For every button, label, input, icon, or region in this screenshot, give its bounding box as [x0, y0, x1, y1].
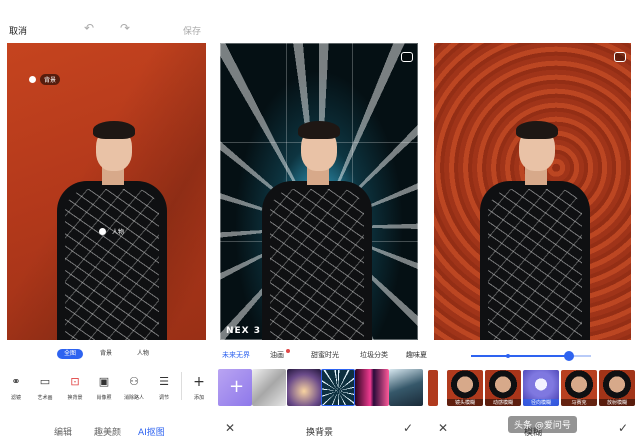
filter-icon: ⚭: [11, 375, 21, 388]
tool-label: 肖像照: [96, 395, 112, 401]
blur-mosaic[interactable]: 马赛克: [561, 370, 597, 406]
blur-motion[interactable]: 动感模糊: [485, 370, 521, 406]
replace-bg-icon: ⊡: [70, 375, 80, 388]
blur-label: 镜头模糊: [447, 399, 483, 406]
background-thumb[interactable]: [287, 369, 321, 406]
tool-portrait[interactable]: ▣ 肖像照: [91, 375, 117, 402]
tool-label: 滤镜: [10, 395, 21, 401]
blur-label: 动感模糊: [485, 399, 521, 406]
cancel-button[interactable]: 取消: [9, 24, 27, 37]
tool-filter[interactable]: ⚭ 滤镜: [3, 375, 29, 402]
confirm-icon[interactable]: ✓: [618, 421, 628, 435]
plus-icon: +: [229, 376, 245, 397]
blur-radial-selected[interactable]: 径向模糊: [523, 370, 559, 406]
left-photo[interactable]: 背景 人物: [7, 43, 206, 340]
tool-divider: [181, 372, 182, 400]
blur-slider-tick: [506, 354, 510, 358]
adjust-icon: ☰: [159, 375, 169, 388]
undo-icon[interactable]: ↶: [84, 21, 94, 35]
compare-icon[interactable]: [614, 52, 626, 62]
category-oil[interactable]: 油画: [270, 350, 284, 360]
blur-slider-track[interactable]: [471, 351, 591, 361]
tool-label: 添加: [193, 395, 204, 401]
new-dot-icon: [286, 349, 290, 353]
background-thumb[interactable]: [252, 369, 286, 406]
segment-person[interactable]: 人物: [137, 349, 149, 359]
category-summer[interactable]: 趣味夏: [406, 350, 427, 360]
tool-add[interactable]: + 添加: [186, 374, 212, 401]
tool-replace-bg[interactable]: ⊡ 换背景: [62, 375, 88, 402]
blur-label: 马赛克: [561, 399, 597, 406]
blur-label: 径向模糊: [523, 399, 559, 406]
add-background-thumb[interactable]: +: [218, 369, 252, 406]
blur-radiate[interactable]: 放射模糊: [599, 370, 635, 406]
remove-people-icon: ⚇: [129, 375, 139, 388]
tab-ai-cutout[interactable]: AI抠图: [138, 425, 165, 438]
watermark: 头条 @爱问号: [508, 416, 577, 433]
blur-lens[interactable]: 镜头模糊: [447, 370, 483, 406]
blur-label: 放射模糊: [599, 399, 635, 406]
category-garbage[interactable]: 垃圾分类: [360, 350, 388, 360]
right-photo[interactable]: [434, 43, 631, 340]
confirm-icon[interactable]: ✓: [403, 421, 413, 435]
segment-whole[interactable]: 全图: [57, 349, 83, 359]
close-icon[interactable]: ✕: [438, 421, 448, 435]
tab-beauty[interactable]: 趣美颜: [94, 425, 121, 438]
blur-thumb-partial[interactable]: [428, 370, 438, 406]
background-thumb[interactable]: [389, 369, 423, 406]
tool-art[interactable]: ▭ 艺术画: [32, 375, 58, 402]
tab-edit[interactable]: 编辑: [54, 425, 72, 438]
tool-adjust[interactable]: ☰ 调节: [151, 375, 177, 402]
tool-label: 调节: [158, 395, 169, 401]
category-future[interactable]: 未来无界: [222, 350, 250, 360]
background-tag: 背景: [40, 74, 61, 85]
redo-icon[interactable]: ↷: [120, 21, 130, 35]
blur-slider-knob[interactable]: [564, 351, 575, 361]
segment-background[interactable]: 背景: [100, 349, 112, 359]
add-icon: +: [193, 374, 205, 390]
portrait-icon: ▣: [98, 375, 110, 388]
compare-icon[interactable]: [401, 52, 413, 62]
background-thumb[interactable]: [355, 369, 389, 406]
nex3-watermark: NEX 3: [226, 326, 262, 336]
category-sweet[interactable]: 甜蜜时光: [311, 350, 339, 360]
close-icon[interactable]: ✕: [225, 421, 235, 435]
tool-label: 消除路人: [123, 395, 144, 401]
middle-photo[interactable]: NEX 3: [220, 43, 418, 340]
art-icon: ▭: [39, 375, 51, 388]
tool-remove-people[interactable]: ⚇ 消除路人: [121, 375, 147, 402]
replace-background-title: 换背景: [306, 428, 334, 438]
blur-slider-fill: [471, 355, 570, 357]
background-thumb-selected[interactable]: [321, 369, 355, 406]
background-marker-dot[interactable]: [29, 76, 36, 83]
tool-label: 艺术画: [37, 395, 53, 401]
person-tag: 人物: [112, 229, 125, 236]
person-marker-dot[interactable]: [99, 228, 106, 235]
save-button[interactable]: 保存: [183, 24, 201, 37]
tool-label: 换背景: [67, 395, 83, 401]
